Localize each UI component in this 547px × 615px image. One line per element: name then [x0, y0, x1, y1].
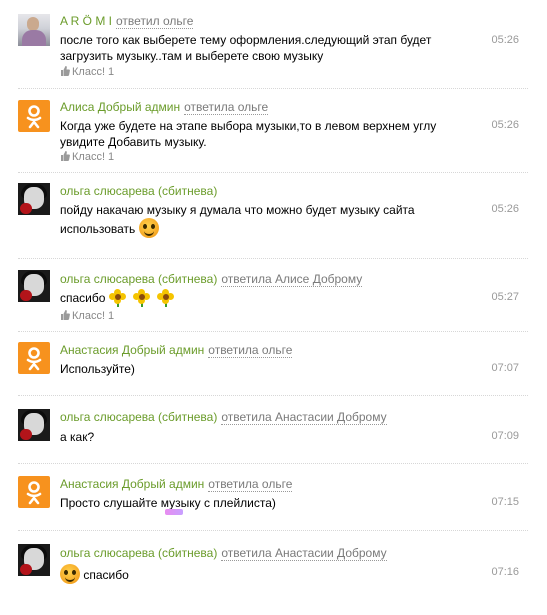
message-text: а как? — [60, 430, 95, 444]
author-link[interactable]: ольга слюсарева (сбитнева) — [60, 546, 217, 560]
klass-label: Класс! 1 — [72, 151, 115, 163]
divider — [18, 530, 528, 531]
divider — [18, 88, 528, 89]
smiley-icon — [138, 218, 159, 238]
flower-icon — [132, 289, 151, 307]
avatar[interactable] — [18, 100, 50, 132]
reply-link[interactable]: ответила Алисе Доброму — [221, 272, 363, 287]
klass-label: Класс! 1 — [72, 310, 115, 322]
odnoklassniki-logo-icon — [26, 347, 42, 371]
thumb-up-icon — [61, 310, 70, 320]
reply-link[interactable]: ответила Анастасии Доброму — [221, 546, 387, 561]
reply-link[interactable]: ответила ольге — [208, 343, 293, 358]
divider — [18, 172, 528, 173]
odnoklassniki-logo-icon — [26, 105, 42, 129]
avatar[interactable] — [18, 270, 50, 302]
message-text: после того как выберете тему оформления.… — [60, 33, 432, 63]
reply-link[interactable]: ответил ольге — [116, 14, 194, 29]
message-time: 07:16 — [491, 566, 519, 578]
message-text: Просто слушайте музыку с плейлиста) — [60, 496, 276, 510]
avatar[interactable] — [18, 14, 50, 46]
klass-label: Класс! 1 — [72, 66, 115, 78]
message-text: пойду накачаю музыку я думала что можно … — [60, 203, 415, 236]
message-text: спасибо — [60, 291, 106, 305]
author-link[interactable]: ольга слюсарева (сбитнева) — [60, 410, 217, 424]
thumb-up-icon — [61, 151, 70, 161]
author-link[interactable]: ольга слюсарева (сбитнева) — [60, 272, 217, 286]
klass-button[interactable]: Класс! 1 — [60, 310, 114, 322]
message-time: 07:15 — [491, 496, 519, 508]
klass-button[interactable]: Класс! 1 — [60, 151, 114, 163]
divider — [18, 463, 528, 464]
thumb-up-icon — [61, 66, 70, 76]
klass-button[interactable]: Класс! 1 — [60, 66, 114, 78]
divider — [18, 258, 528, 259]
author-link[interactable]: ольга слюсарева (сбитнева) — [60, 184, 217, 198]
avatar[interactable] — [18, 183, 50, 215]
avatar[interactable] — [18, 409, 50, 441]
smiley-icon — [60, 564, 80, 584]
message-time: 05:26 — [491, 34, 519, 46]
highlight-mark — [165, 509, 183, 515]
message-time: 05:26 — [491, 203, 519, 215]
odnoklassniki-logo-icon — [26, 481, 42, 505]
avatar[interactable] — [18, 342, 50, 374]
message-time: 05:26 — [491, 119, 519, 131]
author-link[interactable]: Алиса Добрый админ — [60, 100, 180, 114]
flower-icon — [156, 289, 175, 307]
reply-link[interactable]: ответила Анастасии Доброму — [221, 410, 387, 425]
message-text: Используйте) — [60, 362, 135, 376]
avatar[interactable] — [18, 476, 50, 508]
avatar[interactable] — [18, 544, 50, 576]
message-time: 07:09 — [491, 430, 519, 442]
message-time: 07:07 — [491, 362, 519, 374]
message-time: 05:27 — [491, 291, 519, 303]
author-link[interactable]: A R Ö M I — [60, 14, 112, 28]
author-link[interactable]: Анастасия Добрый админ — [60, 343, 204, 357]
message-text: спасибо — [83, 568, 129, 582]
author-link[interactable]: Анастасия Добрый админ — [60, 477, 204, 491]
reply-link[interactable]: ответила ольге — [184, 100, 269, 115]
divider — [18, 331, 528, 332]
reply-link[interactable]: ответила ольге — [208, 477, 293, 492]
divider — [18, 395, 528, 396]
flower-icon — [108, 289, 127, 307]
message-text: Когда уже будете на этапе выбора музыки,… — [60, 119, 437, 149]
